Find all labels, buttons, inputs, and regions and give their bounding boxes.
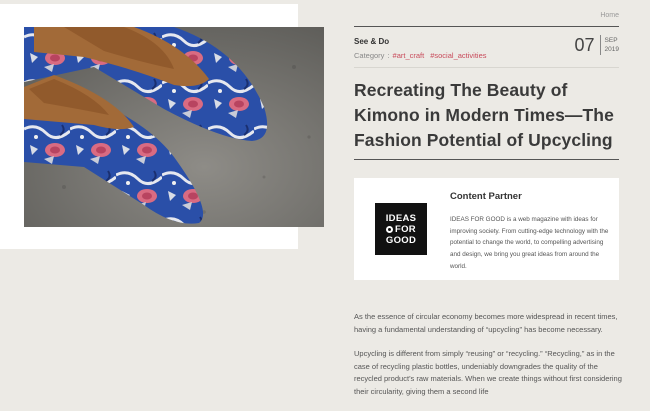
divider (354, 67, 619, 68)
category-separator: : (387, 51, 390, 60)
breadcrumb-home-link[interactable]: Home (600, 12, 619, 19)
logo-dot-icon (386, 225, 394, 233)
tag-link-art-craft[interactable]: #art_craft (393, 51, 425, 60)
body-paragraph: As the essence of circular economy becom… (354, 312, 618, 334)
hero-image (24, 27, 324, 227)
date-day: 07 (575, 35, 601, 55)
title-divider (354, 159, 619, 160)
logo-text-good: GOOD (385, 234, 417, 246)
section-link[interactable]: See & Do (354, 37, 389, 46)
article-title: Recreating The Beauty of Kimono in Moder… (354, 80, 614, 150)
content-partner-card: IDEAS FOR GOOD Content Partner IDEAS FOR… (354, 178, 619, 280)
partner-description: IDEAS FOR GOOD is a web magazine with id… (450, 216, 609, 270)
date-month: SEP (604, 37, 618, 44)
ideas-for-good-logo[interactable]: IDEAS FOR GOOD (375, 203, 427, 255)
logo-text-for: FOR (395, 223, 416, 235)
date-year: 2019 (604, 46, 619, 53)
tag-link-social-activities[interactable]: #social_activities (430, 51, 486, 60)
body-paragraph: Upcycling is different from simply “reus… (354, 349, 622, 396)
category-line: Category: #art_craft #social_activities (354, 51, 493, 60)
article-meta: See & Do Category: #art_craft #social_acti… (354, 26, 619, 68)
article-body: As the essence of circular economy becom… (354, 311, 624, 410)
category-label: Category (354, 51, 385, 60)
logo-text-ideas: IDEAS (385, 212, 417, 224)
partner-heading: Content Partner (450, 191, 522, 202)
publish-date: 07 SEP 2019 (575, 33, 619, 57)
breadcrumb[interactable]: Home (600, 12, 619, 19)
